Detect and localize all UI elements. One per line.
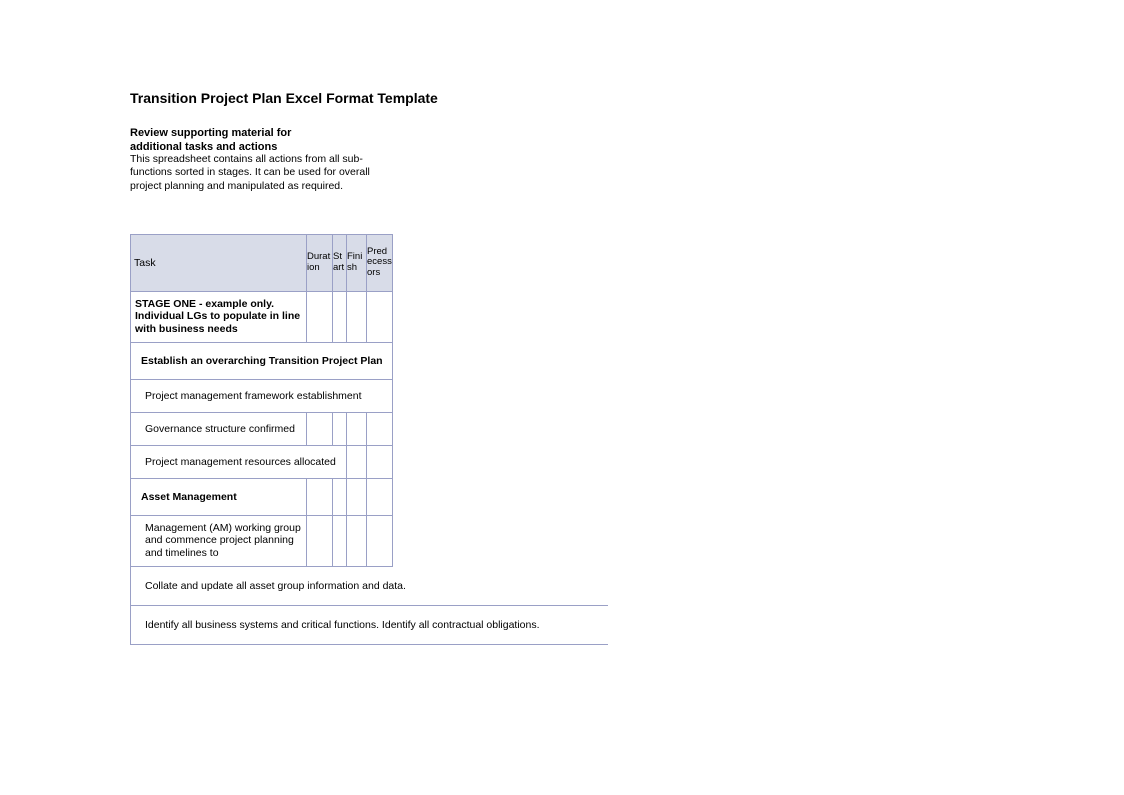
empty-cell	[367, 478, 393, 515]
header-task: Task	[131, 234, 307, 291]
header-predecessors: Predecessors	[367, 234, 393, 291]
plan-table: Task Duration Start Finish Predecessors …	[130, 234, 393, 567]
stage-row: STAGE ONE - example only. Individual LGs…	[131, 291, 393, 342]
subtitle: Review supporting material for additiona…	[130, 126, 300, 155]
group-row-establish: Establish an overarching Transition Proj…	[131, 342, 393, 379]
task-res: Project management resources allocated	[131, 445, 347, 478]
empty-cell	[333, 515, 347, 566]
task-identify: Identify all business systems and critic…	[131, 605, 609, 644]
group-row-asset: Asset Management	[131, 478, 393, 515]
empty-cell	[367, 445, 393, 478]
task-row-identify: Identify all business systems and critic…	[131, 605, 609, 644]
task-pmf: Project management framework establishme…	[131, 379, 393, 412]
document-page: Transition Project Plan Excel Format Tem…	[0, 0, 1124, 645]
page-title: Transition Project Plan Excel Format Tem…	[130, 90, 1124, 106]
stage-cell: STAGE ONE - example only. Individual LGs…	[131, 291, 307, 342]
empty-cell	[333, 291, 347, 342]
group-asset: Asset Management	[131, 478, 307, 515]
empty-cell	[307, 478, 333, 515]
group-establish: Establish an overarching Transition Proj…	[131, 342, 393, 379]
empty-cell	[347, 515, 367, 566]
empty-cell	[347, 291, 367, 342]
empty-cell	[347, 478, 367, 515]
wide-rows: Collate and update all asset group infor…	[130, 567, 608, 645]
task-collate: Collate and update all asset group infor…	[131, 567, 609, 606]
task-row-am-sub: Management (AM) working group and commen…	[131, 515, 393, 566]
empty-cell	[307, 515, 333, 566]
empty-cell	[347, 445, 367, 478]
empty-cell	[333, 412, 347, 445]
empty-cell	[367, 412, 393, 445]
task-row-pmf: Project management framework establishme…	[131, 379, 393, 412]
task-row-res: Project management resources allocated	[131, 445, 393, 478]
empty-cell	[307, 291, 333, 342]
empty-cell	[367, 515, 393, 566]
header-start: Start	[333, 234, 347, 291]
task-gov: Governance structure confirmed	[131, 412, 307, 445]
empty-cell	[367, 291, 393, 342]
header-duration: Duration	[307, 234, 333, 291]
header-finish: Finish	[347, 234, 367, 291]
header-row: Task Duration Start Finish Predecessors	[131, 234, 393, 291]
empty-cell	[307, 412, 333, 445]
empty-cell	[347, 412, 367, 445]
description-text: This spreadsheet contains all actions fr…	[130, 153, 380, 194]
task-am-sub: Management (AM) working group and commen…	[131, 515, 307, 566]
task-row-collate: Collate and update all asset group infor…	[131, 567, 609, 606]
empty-cell	[333, 478, 347, 515]
task-row-gov: Governance structure confirmed	[131, 412, 393, 445]
